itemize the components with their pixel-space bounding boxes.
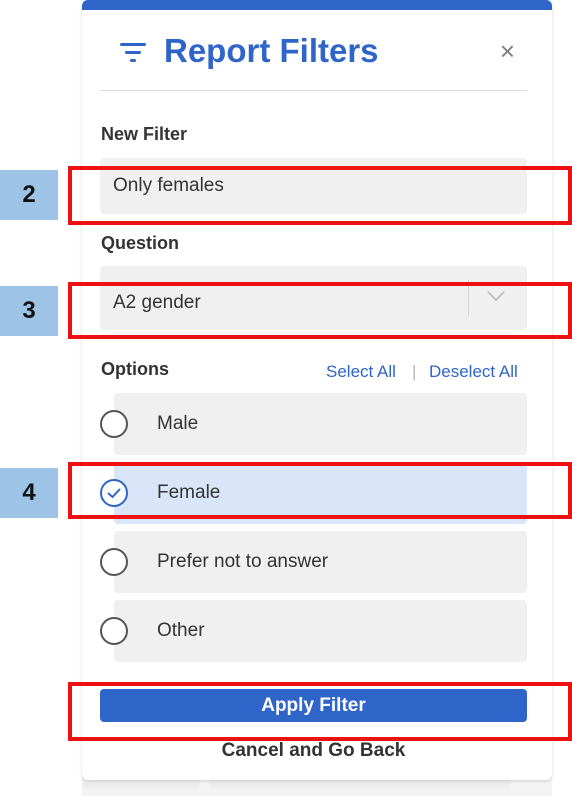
callout-highlight-new-filter <box>68 166 572 225</box>
callout-number-3: 3 <box>0 286 58 336</box>
panel-top-bar <box>82 0 552 10</box>
report-filters-panel <box>82 4 552 780</box>
radio-male[interactable] <box>100 410 128 438</box>
close-icon[interactable]: × <box>500 34 515 68</box>
panel-title: Report Filters <box>164 32 379 69</box>
option-label-prefer-not: Prefer not to answer <box>157 551 329 572</box>
links-divider: | <box>412 362 417 381</box>
callout-highlight-question <box>68 282 572 339</box>
callout-highlight-female <box>68 462 572 519</box>
cancel-button[interactable]: Cancel and Go Back <box>100 738 527 764</box>
callout-highlight-apply <box>68 682 572 741</box>
panel-header: Report Filters × <box>100 30 527 91</box>
select-all-link[interactable]: Select All <box>326 362 396 382</box>
options-label: Options <box>101 359 169 379</box>
radio-prefer-not[interactable] <box>100 548 128 576</box>
callout-number-2: 2 <box>0 170 58 220</box>
option-label-male: Male <box>157 413 199 434</box>
radio-other[interactable] <box>100 617 128 645</box>
deselect-all-link[interactable]: Deselect All <box>429 362 518 382</box>
new-filter-label: New Filter <box>101 124 188 144</box>
option-label-other: Other <box>157 620 205 641</box>
question-label: Question <box>101 233 180 253</box>
filter-icon <box>120 41 148 63</box>
callout-number-4: 4 <box>0 468 58 518</box>
